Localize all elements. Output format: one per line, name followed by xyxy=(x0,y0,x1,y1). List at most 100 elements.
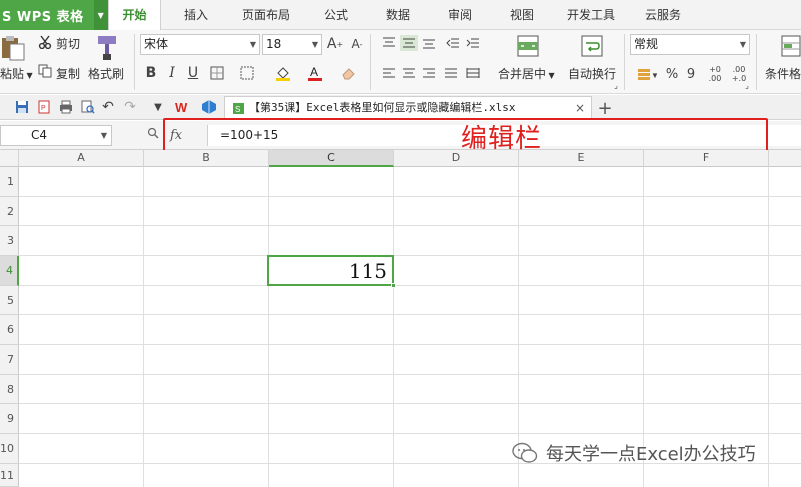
row-header-5[interactable]: 5 xyxy=(0,286,19,315)
scissors-icon[interactable] xyxy=(38,34,52,50)
close-tab-button[interactable]: × xyxy=(575,97,585,119)
row-header-2[interactable]: 2 xyxy=(0,197,19,226)
tab-data[interactable]: 数据 xyxy=(374,0,422,30)
justify-icon[interactable] xyxy=(442,65,460,81)
row-header-9[interactable]: 9 xyxy=(0,404,19,434)
zoom-icon[interactable] xyxy=(147,127,159,142)
merge-center-icon[interactable] xyxy=(516,34,540,58)
underline-icon[interactable]: U xyxy=(184,63,202,83)
merge-center-button[interactable]: 合并居中 ▼ xyxy=(498,65,555,82)
decrease-font-icon[interactable]: A- xyxy=(348,34,366,54)
column-header-f[interactable]: F xyxy=(644,150,769,167)
tab-cloud-service[interactable]: 云服务 xyxy=(636,0,690,30)
copy-button[interactable]: 复制 xyxy=(56,65,80,82)
tab-insert[interactable]: 插入 xyxy=(172,0,220,30)
grid-line xyxy=(518,167,519,487)
font-color-icon[interactable]: A xyxy=(304,63,326,83)
bold-icon[interactable]: B xyxy=(142,63,160,83)
wrap-text-button[interactable]: 自动换行 xyxy=(568,65,616,82)
ribbon-divider xyxy=(134,34,135,90)
grid-line xyxy=(19,314,801,315)
column-header-d[interactable]: D xyxy=(394,150,519,167)
svg-text:W: W xyxy=(175,100,188,114)
paste-icon[interactable] xyxy=(0,34,28,64)
wrap-text-icon[interactable] xyxy=(580,34,604,58)
align-top-icon[interactable] xyxy=(380,35,398,51)
svg-text:▼: ▼ xyxy=(651,71,657,80)
tab-view[interactable]: 视图 xyxy=(498,0,546,30)
row-header-11[interactable]: 11 xyxy=(0,464,19,487)
save-icon[interactable] xyxy=(14,99,30,115)
align-right-icon[interactable] xyxy=(420,65,438,81)
undo-icon[interactable]: ↶ xyxy=(100,99,116,115)
conditional-format-icon[interactable] xyxy=(780,34,801,58)
cell-style-icon[interactable] xyxy=(236,63,258,83)
row-header-4[interactable]: 4 xyxy=(0,256,19,286)
font-size-select[interactable]: 18 ▼ xyxy=(262,34,322,55)
border-icon[interactable] xyxy=(206,63,228,83)
copy-icon[interactable] xyxy=(38,63,52,79)
app-menu-button[interactable]: S WPS 表格 ▼ xyxy=(0,0,108,30)
cloud-docs-icon[interactable] xyxy=(200,99,218,115)
tab-formulas[interactable]: 公式 xyxy=(312,0,360,30)
alignment-dialog-launcher-icon[interactable]: ⌟ xyxy=(611,80,621,90)
distributed-align-icon[interactable] xyxy=(464,65,482,81)
format-painter-button[interactable]: 格式刷 xyxy=(88,65,124,82)
print-icon[interactable] xyxy=(58,99,74,115)
row-header-6[interactable]: 6 xyxy=(0,315,19,345)
number-format-select[interactable]: 常规 ▼ xyxy=(630,34,750,55)
row-header-7[interactable]: 7 xyxy=(0,345,19,375)
select-all-corner[interactable] xyxy=(0,150,19,167)
cut-button[interactable]: 剪切 xyxy=(56,35,80,52)
column-header-b[interactable]: B xyxy=(144,150,269,167)
column-header-e[interactable]: E xyxy=(519,150,644,167)
increase-decimal-icon[interactable]: +0.00 xyxy=(706,63,724,85)
align-center-icon[interactable] xyxy=(400,65,418,81)
app-menu-dropdown-icon[interactable]: ▼ xyxy=(94,0,108,30)
font-name-select[interactable]: 宋体 ▼ xyxy=(140,34,260,55)
paste-label-text: 粘贴 xyxy=(0,67,25,81)
align-middle-icon[interactable] xyxy=(400,35,418,51)
export-pdf-icon[interactable]: P xyxy=(36,99,52,115)
row-header-3[interactable]: 3 xyxy=(0,226,19,256)
name-box[interactable]: C4 ▼ xyxy=(0,125,112,146)
indent-decrease-icon[interactable] xyxy=(444,35,462,51)
align-bottom-icon[interactable] xyxy=(420,35,438,51)
tab-page-layout[interactable]: 页面布局 xyxy=(234,0,298,30)
row-header-10[interactable]: 10 xyxy=(0,434,19,464)
column-header-a[interactable]: A xyxy=(19,150,144,167)
conditional-format-button[interactable]: 条件格 xyxy=(765,65,801,82)
tab-developer[interactable]: 开发工具 xyxy=(558,0,624,30)
new-tab-button[interactable]: + xyxy=(596,98,614,119)
comma-style-button[interactable]: 9 xyxy=(684,65,698,83)
paste-label[interactable]: 粘贴 ▼ xyxy=(0,65,33,82)
column-header-g[interactable] xyxy=(769,150,801,167)
svg-text:S: S xyxy=(235,105,240,114)
redo-icon[interactable]: ↷ xyxy=(122,99,138,115)
tab-review[interactable]: 审阅 xyxy=(436,0,484,30)
insert-function-button[interactable]: fx xyxy=(170,125,194,146)
format-painter-icon[interactable] xyxy=(94,34,120,62)
tab-home[interactable]: 开始 xyxy=(108,0,161,31)
indent-increase-icon[interactable] xyxy=(464,35,482,51)
clear-format-icon[interactable] xyxy=(338,63,360,83)
active-cell-c4[interactable]: 115 xyxy=(267,255,394,286)
wps-docer-icon[interactable]: W xyxy=(174,99,194,115)
percent-style-button[interactable]: % xyxy=(664,65,680,83)
row-header-1[interactable]: 1 xyxy=(0,167,19,197)
fill-color-icon[interactable] xyxy=(272,63,294,83)
increase-font-icon[interactable]: A + xyxy=(326,34,344,54)
customize-toolbar-icon[interactable]: ▼ xyxy=(150,99,166,115)
app-title: S WPS 表格 xyxy=(2,9,84,25)
italic-icon[interactable]: I xyxy=(163,63,181,83)
document-tab[interactable]: S 【第35课】Excel表格里如何显示或隐藏编辑栏.xlsx × xyxy=(224,96,592,120)
row-header-8[interactable]: 8 xyxy=(0,375,19,404)
number-dialog-launcher-icon[interactable]: ⌟ xyxy=(742,80,752,90)
column-header-c[interactable]: C xyxy=(269,150,394,167)
currency-format-icon[interactable]: ▼ xyxy=(634,65,660,83)
font-name-value: 宋体 xyxy=(144,37,169,51)
fill-handle[interactable] xyxy=(391,283,396,288)
number-format-value: 常规 xyxy=(634,37,659,51)
print-preview-icon[interactable] xyxy=(80,99,96,115)
align-left-icon[interactable] xyxy=(380,65,398,81)
